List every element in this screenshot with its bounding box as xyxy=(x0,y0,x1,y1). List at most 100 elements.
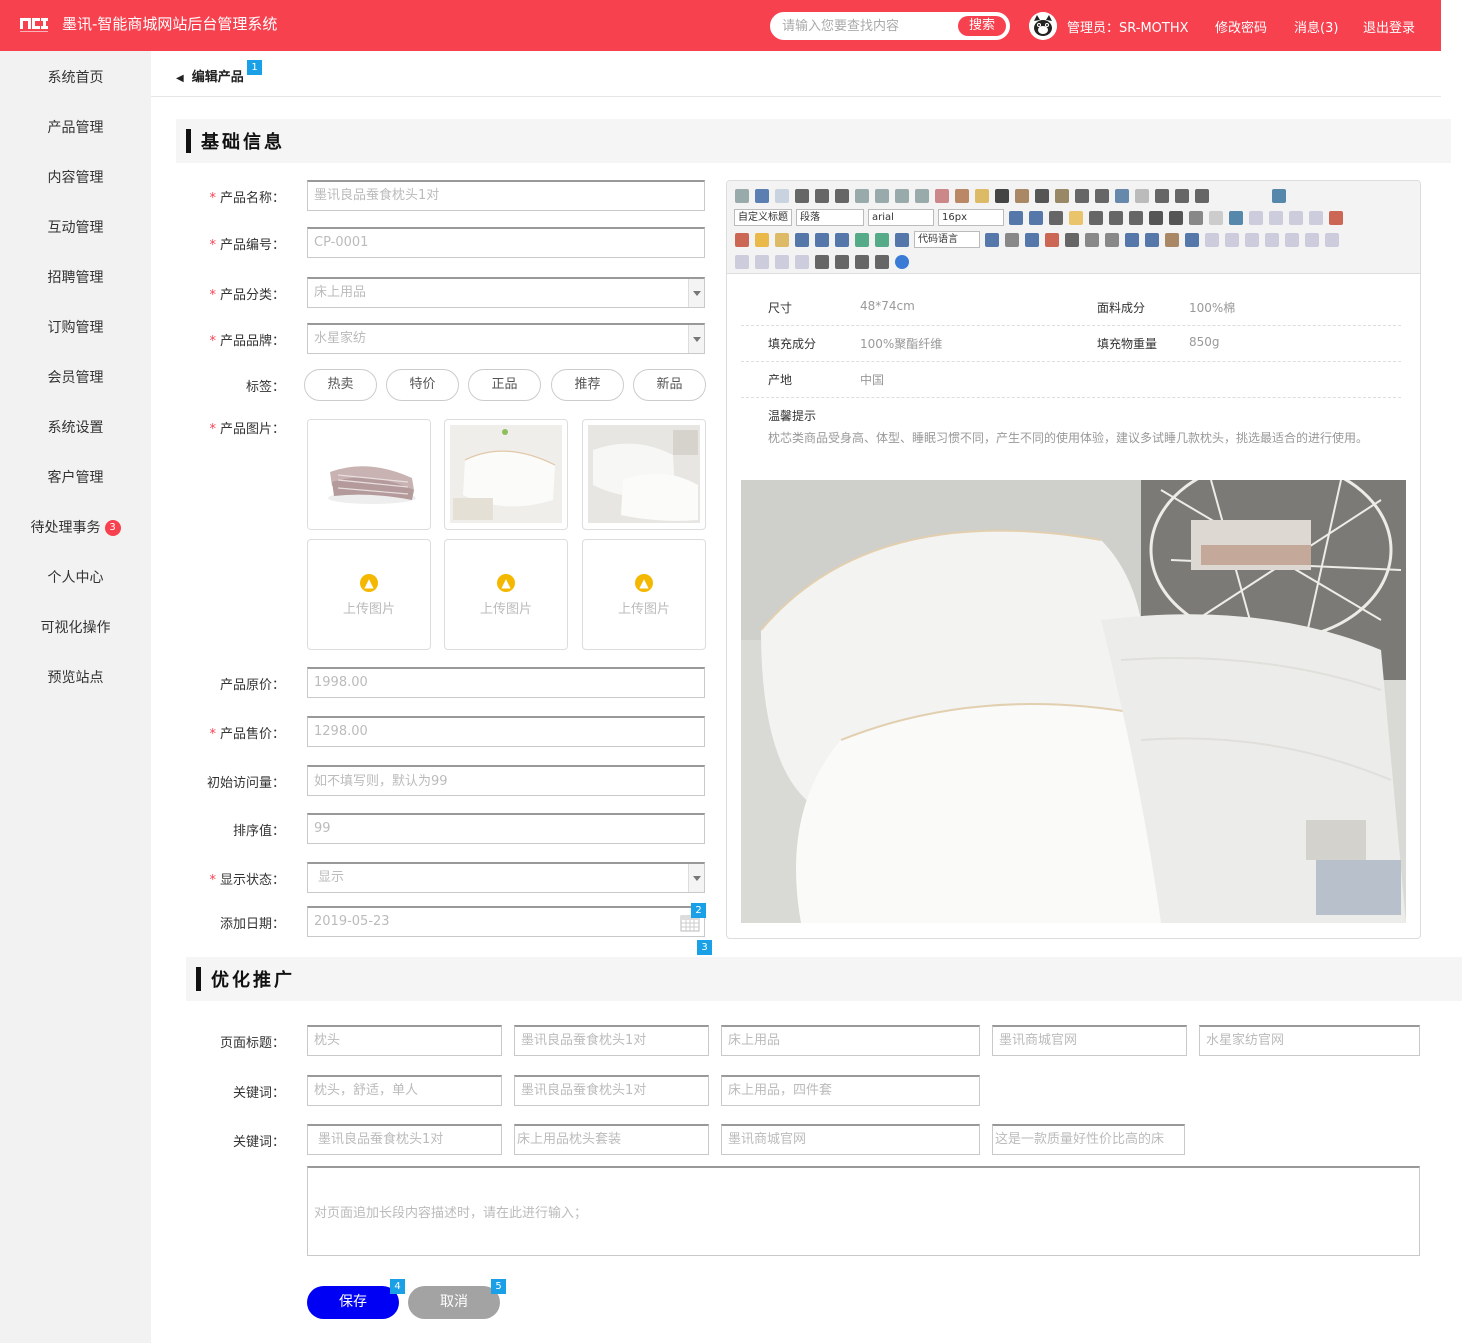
eraser-icon[interactable] xyxy=(935,188,949,203)
align-left-icon[interactable] xyxy=(1069,210,1083,225)
sidebar-item-content[interactable]: 内容管理 xyxy=(0,167,151,187)
split-rows-icon[interactable] xyxy=(1305,232,1319,247)
logout-link[interactable]: 退出登录 xyxy=(1363,17,1415,36)
auto-format-icon[interactable] xyxy=(975,188,989,203)
horizontal-rule-icon[interactable] xyxy=(1065,232,1079,247)
uppercase-icon[interactable] xyxy=(1149,210,1163,225)
bold-icon[interactable] xyxy=(795,188,809,203)
frame-icon[interactable] xyxy=(895,232,909,247)
word-image-icon[interactable] xyxy=(1165,232,1179,247)
description-textarea[interactable]: 对页面追加长段内容描述时，请在此进行输入； xyxy=(307,1166,1420,1256)
image-none-icon[interactable] xyxy=(1249,210,1263,225)
code-language-select[interactable]: 代码语言 xyxy=(914,231,980,248)
font-select[interactable]: arial xyxy=(868,209,934,226)
keyword-field[interactable]: 墨讯良品蚕食枕头1对 xyxy=(307,1124,502,1155)
page-title-field[interactable]: 床上用品 xyxy=(721,1025,980,1056)
page-break-icon[interactable] xyxy=(985,232,999,247)
page-title-field[interactable]: 墨讯良品蚕食枕头1对 xyxy=(514,1025,709,1056)
search-button[interactable]: 搜索 xyxy=(958,16,1006,36)
font-border-icon[interactable] xyxy=(855,188,869,203)
date-field[interactable]: 2019-05-23 xyxy=(307,906,705,937)
insert-col-icon[interactable] xyxy=(1245,232,1259,247)
status-select[interactable]: 显示 xyxy=(307,862,705,893)
page-title-field[interactable]: 墨讯商城官网 xyxy=(992,1025,1187,1056)
sidebar-item-orders[interactable]: 订购管理 xyxy=(0,317,151,337)
tag-hot[interactable]: 热卖 xyxy=(304,369,377,401)
redo-icon[interactable] xyxy=(775,188,789,203)
fullscreen-icon[interactable] xyxy=(1272,188,1286,203)
indent-icon[interactable] xyxy=(1049,210,1063,225)
search-replace-icon[interactable] xyxy=(1145,232,1159,247)
template-icon[interactable] xyxy=(1025,232,1039,247)
paragraph-spacing-icon[interactable] xyxy=(1175,188,1189,203)
drafts-icon[interactable] xyxy=(855,254,869,269)
page-title-field[interactable]: 枕头 xyxy=(307,1025,502,1056)
align-justify-icon[interactable] xyxy=(1129,210,1143,225)
sidebar-item-profile[interactable]: 个人中心 xyxy=(0,567,151,587)
upload-image-slot[interactable]: ▲ 上传图片 xyxy=(582,539,706,650)
link-icon[interactable] xyxy=(1189,210,1203,225)
special-chars-icon[interactable] xyxy=(1125,232,1139,247)
product-image-3[interactable] xyxy=(582,419,706,530)
format-brush-icon[interactable] xyxy=(955,188,969,203)
sidebar-item-customers[interactable]: 客户管理 xyxy=(0,467,151,487)
keyword-field[interactable]: 枕头，舒适，单人 xyxy=(307,1075,502,1106)
search-input[interactable] xyxy=(772,14,952,38)
keyword-field[interactable]: 床上用品枕头套装 xyxy=(514,1124,709,1155)
font-color-icon[interactable] xyxy=(1035,188,1049,203)
size-select[interactable]: 16px xyxy=(938,209,1004,226)
table-props-icon[interactable] xyxy=(775,254,789,269)
unlink-icon[interactable] xyxy=(1209,210,1223,225)
delete-col-icon[interactable] xyxy=(755,254,769,269)
sidebar-item-interaction[interactable]: 互动管理 xyxy=(0,217,151,237)
sort-field[interactable]: 99 xyxy=(307,813,705,844)
clear-doc-icon[interactable] xyxy=(1135,188,1149,203)
product-code-field[interactable]: CP-0001 xyxy=(307,227,705,258)
change-password-link[interactable]: 修改密码 xyxy=(1215,17,1267,36)
image-left-icon[interactable] xyxy=(1269,210,1283,225)
underline-icon[interactable] xyxy=(835,188,849,203)
page-title-field[interactable]: 水星家纺官网 xyxy=(1199,1025,1420,1056)
category-select[interactable]: 床上用品 xyxy=(307,277,705,308)
map-icon[interactable] xyxy=(855,232,869,247)
sidebar-item-members[interactable]: 会员管理 xyxy=(0,367,151,387)
product-name-field[interactable]: 墨讯良品蚕食枕头1对 xyxy=(307,180,705,211)
heading-select[interactable]: 自定义标题 xyxy=(734,209,792,226)
emoji-icon[interactable] xyxy=(755,232,769,247)
ordered-list-icon[interactable] xyxy=(1075,188,1089,203)
cancel-button[interactable]: 取消 xyxy=(408,1286,500,1319)
image-right-icon[interactable] xyxy=(1289,210,1303,225)
save-button[interactable]: 保存 xyxy=(307,1286,399,1319)
product-image-2[interactable] xyxy=(444,419,568,530)
tag-genuine[interactable]: 正品 xyxy=(468,369,541,401)
brand-select[interactable]: 水星家纺 xyxy=(307,323,705,354)
delete-row-icon[interactable] xyxy=(735,254,749,269)
undo-icon[interactable] xyxy=(755,188,769,203)
upload-image-slot[interactable]: ▲ 上传图片 xyxy=(307,539,431,650)
gmap-icon[interactable] xyxy=(875,232,889,247)
sidebar-item-preview[interactable]: 预览站点 xyxy=(0,667,151,687)
charts-icon[interactable] xyxy=(875,254,889,269)
attachment-icon[interactable] xyxy=(835,232,849,247)
time-icon[interactable] xyxy=(1105,232,1119,247)
ltr-icon[interactable] xyxy=(1009,210,1023,225)
back-arrow-icon[interactable]: ◀ xyxy=(176,73,184,84)
delete-table-icon[interactable] xyxy=(1205,232,1219,247)
keyword-field[interactable]: 床上用品，四件套 xyxy=(721,1075,980,1106)
background-icon[interactable] xyxy=(1005,232,1019,247)
print-icon[interactable] xyxy=(815,254,829,269)
align-right-icon[interactable] xyxy=(1109,210,1123,225)
upload-image-slot[interactable]: ▲ 上传图片 xyxy=(444,539,568,650)
product-image-1[interactable] xyxy=(307,419,431,530)
subscript-icon[interactable] xyxy=(915,188,929,203)
music-icon[interactable] xyxy=(815,232,829,247)
sidebar-item-products[interactable]: 产品管理 xyxy=(0,117,151,137)
merge-cells-icon[interactable] xyxy=(1265,232,1279,247)
html-source-icon[interactable] xyxy=(735,188,749,203)
insert-table-icon[interactable] xyxy=(1185,232,1199,247)
tag-recommend[interactable]: 推荐 xyxy=(551,369,624,401)
insert-row-icon[interactable] xyxy=(1225,232,1239,247)
preview-icon[interactable] xyxy=(835,254,849,269)
unordered-list-icon[interactable] xyxy=(1095,188,1109,203)
split-cells-icon[interactable] xyxy=(1285,232,1299,247)
